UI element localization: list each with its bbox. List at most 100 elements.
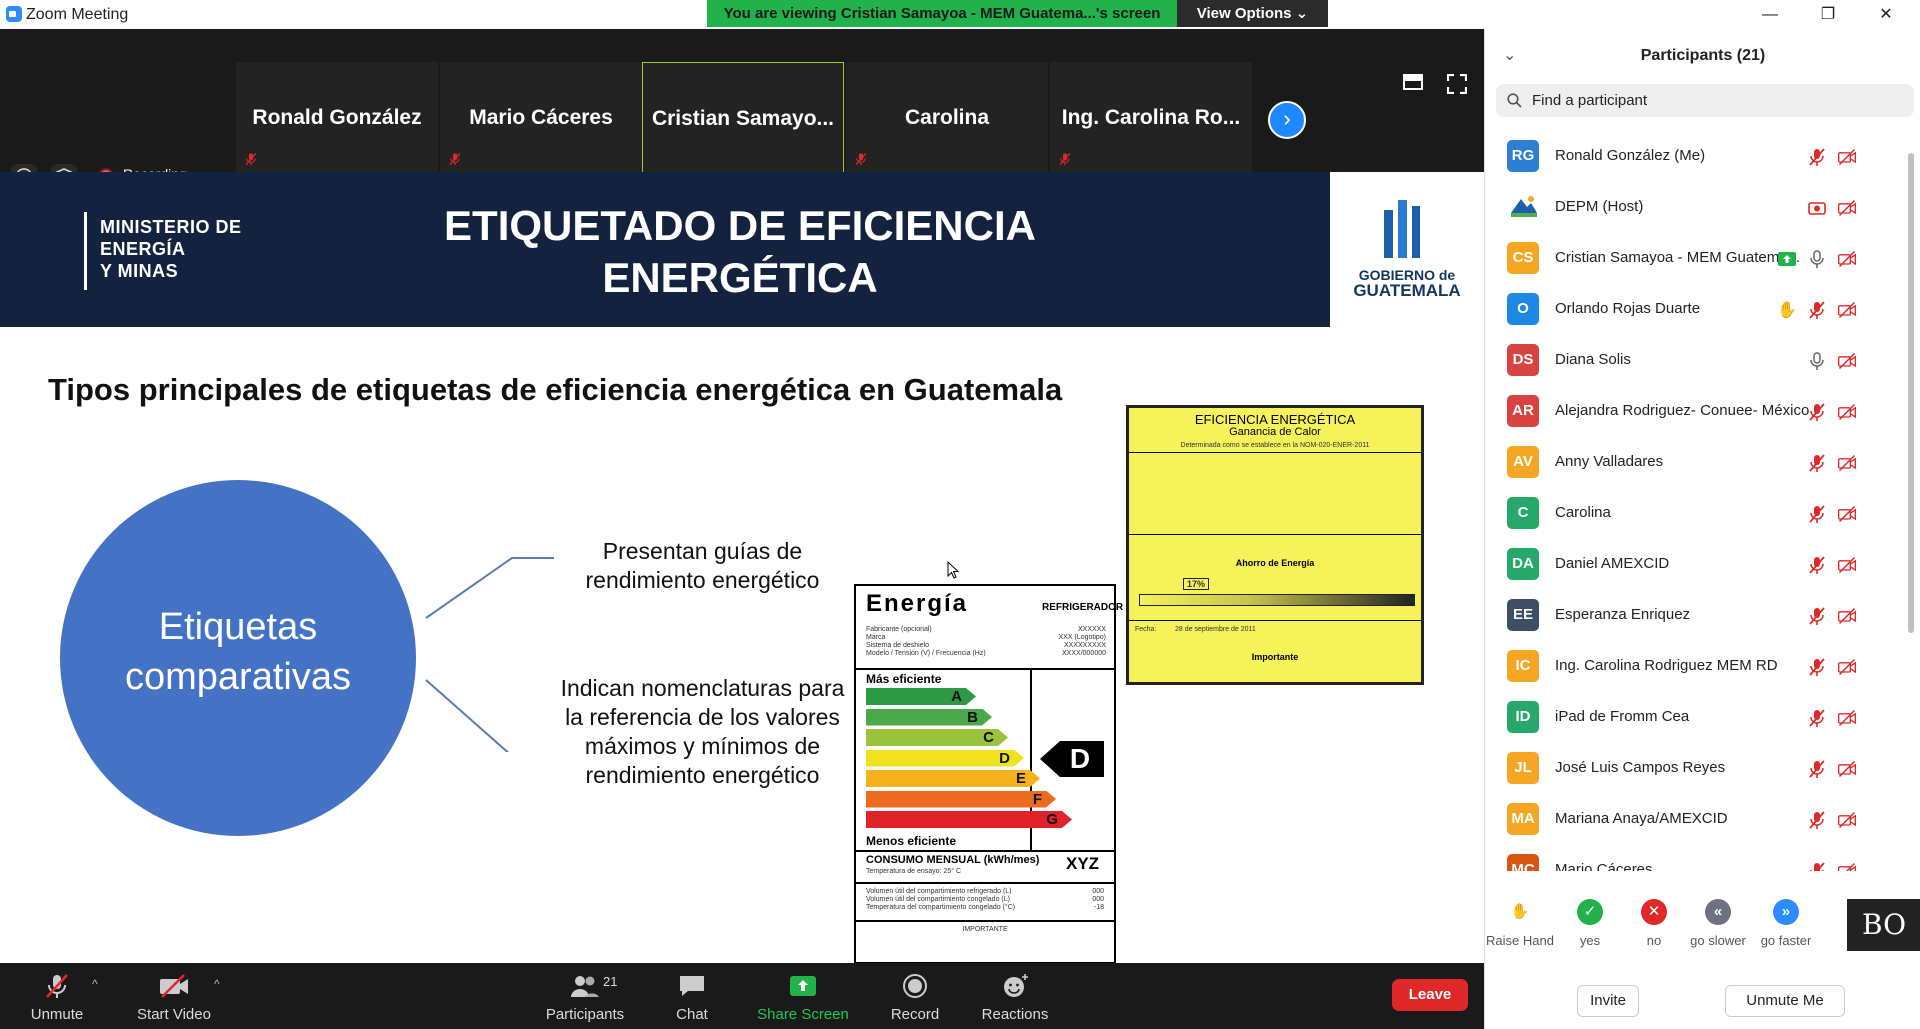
- restore-button[interactable]: ❐: [1799, 0, 1857, 29]
- participant-row[interactable]: JL José Luis Campos Reyes: [1485, 743, 1905, 794]
- muted-mic-icon: [1810, 862, 1825, 871]
- reactions-button[interactable]: Reactions: [970, 963, 1060, 1029]
- chat-button[interactable]: Chat: [660, 963, 724, 1029]
- slide-header: MINISTERIO DE ENERGÍA Y MINAS ETIQUETADO…: [0, 172, 1330, 327]
- record-button[interactable]: Record: [880, 963, 950, 1029]
- raised-hand-icon: ✋: [1777, 302, 1797, 319]
- reaction-raise-hand-button[interactable]: ✋ Raise Hand: [1485, 899, 1555, 948]
- participant-row[interactable]: DA Daniel AMEXCID: [1485, 539, 1905, 590]
- video-tile[interactable]: Carolina: [846, 62, 1048, 175]
- participant-row[interactable]: DEPM (Host): [1485, 182, 1905, 233]
- video-tile[interactable]: Ing. Carolina Ro...: [1050, 62, 1252, 175]
- connector-lines: [425, 557, 554, 752]
- muted-mic-icon: [1809, 658, 1825, 676]
- avatar: AR: [1507, 395, 1539, 427]
- microphone-icon: [1810, 352, 1824, 370]
- start-video-button[interactable]: Start Video: [124, 963, 224, 1029]
- yellow-label-subtitle: Ganancia de Calor: [1229, 426, 1321, 438]
- volume-value: 000: [1092, 896, 1104, 903]
- participant-row[interactable]: RG Ronald González (Me): [1485, 131, 1905, 182]
- unmute-me-button[interactable]: Unmute Me: [1725, 985, 1845, 1017]
- participants-button[interactable]: Participants: [540, 963, 630, 1029]
- avatar: JL: [1507, 752, 1539, 784]
- reaction-go-faster-button[interactable]: » go faster: [1751, 899, 1821, 948]
- fullscreen-icon[interactable]: [1447, 74, 1467, 94]
- muted-mic-icon: [1809, 301, 1825, 319]
- zoom-window: Zoom Meeting — ❐ ✕ You are viewing Crist…: [0, 0, 1920, 1029]
- layout-icon[interactable]: [1403, 74, 1423, 90]
- participant-row[interactable]: C Carolina: [1485, 488, 1905, 539]
- muted-mic-icon: [1809, 505, 1825, 523]
- participant-name: Cristian Samayoa - MEM Guatema...: [1555, 249, 1801, 266]
- chat-bubble-icon: [680, 976, 704, 996]
- video-tile[interactable]: Ronald González: [236, 62, 438, 175]
- unmute-button[interactable]: Unmute: [14, 963, 100, 1029]
- video-off-icon: [1838, 556, 1856, 574]
- invite-button[interactable]: Invite: [1577, 985, 1639, 1017]
- energy-saving-value: 17%: [1183, 578, 1210, 590]
- description-nomenclature: Indican nomenclaturas para la referencia…: [560, 675, 845, 788]
- participant-row[interactable]: AR Alejandra Rodriguez- Conuee- México: [1485, 386, 1905, 437]
- audio-options-caret[interactable]: ^: [92, 977, 98, 991]
- leave-meeting-button[interactable]: Leave: [1392, 979, 1468, 1011]
- reaction-no-button[interactable]: ✕ no: [1619, 899, 1689, 948]
- yellow-divider: [1129, 620, 1421, 621]
- reaction-label: go faster: [1760, 933, 1812, 948]
- minimize-button[interactable]: —: [1741, 0, 1799, 29]
- volume-field: Volumen útil del compartimiento refriger…: [866, 888, 1012, 895]
- find-participant-input[interactable]: Find a participant: [1496, 84, 1914, 117]
- unmute-label: Unmute: [30, 1006, 84, 1023]
- reaction-yes-button[interactable]: ✓ yes: [1555, 899, 1625, 948]
- participant-row[interactable]: CS Cristian Samayoa - MEM Guatema...: [1485, 233, 1905, 284]
- grade-arrow: E: [866, 770, 1040, 787]
- gobierno-guatemala-logo: GOBIERNO de GUATEMALA: [1330, 172, 1484, 327]
- search-placeholder: Find a participant: [1532, 92, 1648, 109]
- avatar: O: [1507, 293, 1539, 325]
- bo-app-logo[interactable]: BO: [1847, 899, 1920, 951]
- muted-mic-icon: [1809, 760, 1825, 778]
- shared-screen-slide: MINISTERIO DE ENERGÍA Y MINAS ETIQUETADO…: [0, 172, 1484, 963]
- energy-rating-label: Energía REFRIGERADOR Fabricante (opciona…: [854, 584, 1123, 963]
- participant-name: Esperanza Enriquez: [1555, 606, 1691, 623]
- share-screen-icon: [790, 976, 816, 996]
- yellow-label-title: EFICIENCIA ENERGÉTICA: [1194, 412, 1356, 427]
- participant-row[interactable]: O Orlando Rojas Duarte ✋: [1485, 284, 1905, 335]
- participant-name: José Luis Campos Reyes: [1555, 759, 1726, 776]
- video-off-icon: [1838, 811, 1856, 829]
- most-efficient-label: Más eficiente: [866, 672, 942, 686]
- rating-badge: D: [1040, 741, 1104, 777]
- participant-row[interactable]: EE Esperanza Enriquez: [1485, 590, 1905, 641]
- label-divider: [856, 920, 1114, 922]
- slide-subtitle: Tipos principales de etiquetas de eficie…: [48, 372, 1063, 407]
- video-options-caret[interactable]: ^: [214, 977, 220, 991]
- participant-count: 21: [603, 974, 618, 989]
- participant-row[interactable]: MA Mariana Anaya/AMEXCID: [1485, 794, 1905, 845]
- participant-list-scrollbar[interactable]: [1907, 131, 1915, 871]
- view-options-button[interactable]: View Options ⌄: [1177, 0, 1328, 27]
- muted-mic-icon: [1809, 403, 1825, 421]
- video-tile[interactable]: Mario Cáceres: [440, 62, 642, 175]
- reaction-label: go slower: [1690, 933, 1746, 948]
- close-button[interactable]: ✕: [1857, 0, 1915, 29]
- participant-row[interactable]: DS Diana Solis: [1485, 335, 1905, 386]
- participant-name: Anny Valladares: [1555, 453, 1664, 470]
- participant-name: Carolina: [1555, 504, 1611, 521]
- participant-row[interactable]: IC Ing. Carolina Rodriguez MEM RD: [1485, 641, 1905, 692]
- grade-arrow: D: [866, 750, 1024, 767]
- video-tile-name: Cristian Samayo...: [651, 107, 835, 130]
- date-label: Fecha:: [1135, 626, 1157, 633]
- participant-name: Orlando Rojas Duarte: [1555, 300, 1701, 317]
- participant-row[interactable]: AV Anny Valladares: [1485, 437, 1905, 488]
- participant-name: Mario Cáceres: [1555, 861, 1653, 871]
- microphone-icon: [1810, 250, 1824, 268]
- yellow-label-norm: Determinada como se establece en la NOM-…: [1180, 442, 1370, 449]
- participant-row[interactable]: ID iPad de Fromm Cea: [1485, 692, 1905, 743]
- gov-logo-line: GUATEMALA: [1353, 281, 1461, 300]
- video-off-icon: [1838, 250, 1856, 268]
- share-screen-button[interactable]: Share Screen: [750, 963, 856, 1029]
- video-tile[interactable]: Cristian Samayo...: [642, 62, 844, 175]
- next-page-button[interactable]: ›: [1268, 101, 1306, 139]
- reaction-go-slower-button[interactable]: « go slower: [1683, 899, 1753, 948]
- reaction-icon: »: [1773, 899, 1799, 925]
- participant-row[interactable]: MC Mario Cáceres: [1485, 845, 1905, 871]
